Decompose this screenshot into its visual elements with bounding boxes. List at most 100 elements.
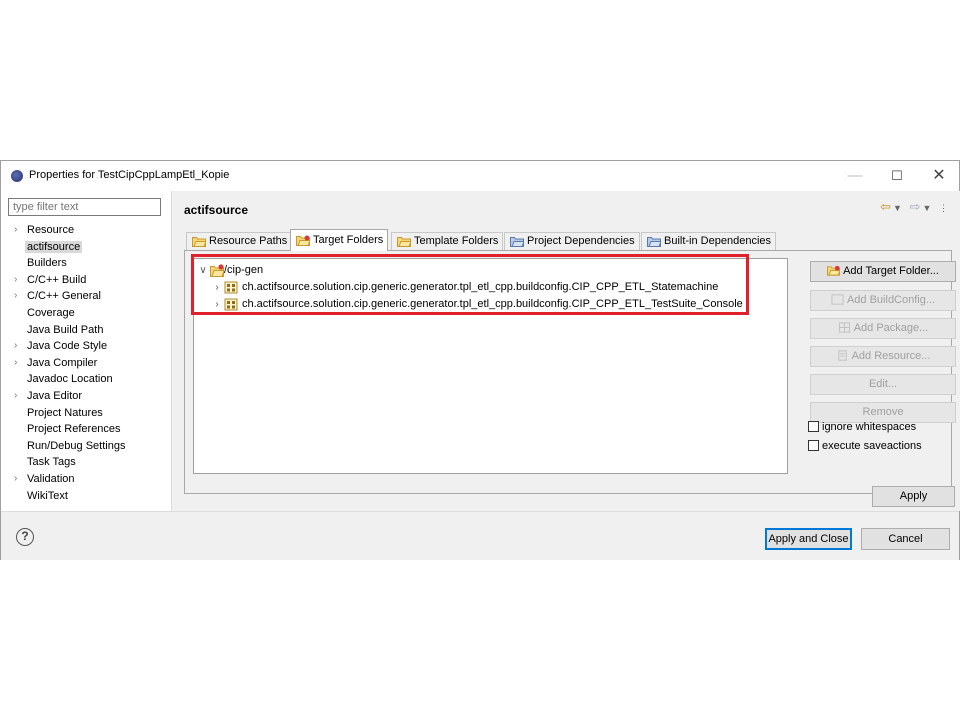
help-icon[interactable]: ?	[16, 528, 34, 546]
nav-item-label: C/C++ Build	[27, 273, 87, 286]
expand-arrow-icon[interactable]: ›	[14, 388, 17, 405]
page-title: actifsource	[184, 203, 249, 217]
nav-item[interactable]: › Java Code Style	[1, 338, 171, 355]
minimize-icon[interactable]: —	[835, 165, 875, 187]
expand-arrow-icon[interactable]: ›	[14, 355, 17, 372]
expand-arrow-icon[interactable]: ›	[212, 296, 222, 313]
page-header: actifsource ⇦▼ ⇨▼ ⋮	[172, 191, 960, 227]
title-bar: Properties for TestCipCppLampEtl_Kopie —…	[1, 161, 959, 191]
apply-button[interactable]: Apply	[872, 486, 955, 507]
nav-item-label: Java Compiler	[27, 356, 98, 369]
tab-resource-paths[interactable]: Resource Paths	[186, 232, 293, 250]
add-buildconfig-label: Add BuildConfig...	[846, 294, 936, 306]
target-folder-icon	[210, 264, 224, 277]
tab-label: Project Dependencies	[527, 235, 635, 247]
nav-item-label: Resource	[27, 224, 75, 236]
nav-item-label: Builders	[27, 257, 67, 270]
nav-item-label: Javadoc Location	[27, 373, 113, 386]
dialog-button-bar: ? Apply and Close Cancel	[1, 511, 959, 560]
nav-item[interactable]: › Validation	[1, 471, 171, 488]
nav-item-label: Run/Debug Settings	[27, 439, 126, 452]
builtin-folder-icon	[647, 237, 661, 247]
nav-item[interactable]: Java Build Path	[1, 322, 171, 339]
nav-item-label: Java Editor	[27, 389, 83, 402]
folder-icon	[192, 237, 206, 247]
back-arrow-icon[interactable]: ⇦	[880, 199, 893, 214]
nav-item[interactable]: actifsource	[1, 239, 171, 256]
nav-item[interactable]: › C/C++ General	[1, 288, 171, 305]
execute-saveactions-label: execute saveactions	[822, 440, 922, 452]
add-package-button[interactable]: Add Package...	[810, 318, 956, 339]
expand-arrow-icon[interactable]: ›	[14, 471, 17, 488]
tab-template-folders[interactable]: Template Folders	[391, 232, 504, 250]
nav-item[interactable]: Builders	[1, 255, 171, 272]
window-title: Properties for TestCipCppLampEtl_Kopie	[29, 169, 230, 181]
expand-arrow-icon[interactable]: ›	[14, 222, 17, 239]
add-target-folder-label: Add Target Folder...	[843, 265, 939, 277]
nav-item-label: Validation	[27, 472, 75, 485]
tab-builtin-dependencies[interactable]: Built-in Dependencies	[641, 232, 777, 250]
nav-item[interactable]: › C/C++ Build	[1, 272, 171, 289]
nav-item-label: Task Tags	[27, 456, 76, 469]
maximize-icon[interactable]: ☐	[877, 165, 917, 187]
execute-saveactions-checkbox[interactable]: execute saveactions	[808, 440, 922, 452]
nav-item[interactable]: WikiText	[1, 488, 171, 505]
target-folders-tree[interactable]: ∨ /cip-gen › ch.actifsource.solution.cip…	[193, 258, 788, 474]
nav-item[interactable]: › Java Editor	[1, 388, 171, 405]
collapse-arrow-icon[interactable]: ∨	[198, 262, 208, 279]
property-page: actifsource ⇦▼ ⇨▼ ⋮ Resource Paths Targe…	[172, 191, 960, 511]
nav-item[interactable]: › Resource	[1, 222, 171, 239]
close-icon[interactable]: ✕	[919, 165, 959, 187]
tab-label: Resource Paths	[209, 235, 288, 247]
nav-item[interactable]: › Java Compiler	[1, 355, 171, 372]
add-target-folder-button[interactable]: Add Target Folder...	[810, 261, 956, 282]
nav-item[interactable]: Project Natures	[1, 405, 171, 422]
nav-item-label: WikiText	[27, 489, 68, 502]
package-icon	[838, 322, 850, 333]
nav-item[interactable]: Project References	[1, 421, 171, 438]
remove-label: Remove	[862, 406, 904, 418]
dependency-folder-icon	[510, 237, 524, 247]
nav-item[interactable]: Run/Debug Settings	[1, 438, 171, 455]
properties-dialog: Properties for TestCipCppLampEtl_Kopie —…	[0, 160, 960, 560]
edit-button[interactable]: Edit...	[810, 374, 956, 395]
add-buildconfig-button[interactable]: Add BuildConfig...	[810, 290, 956, 311]
nav-item-label: C/C++ General	[27, 290, 101, 303]
expand-arrow-icon[interactable]: ›	[14, 288, 17, 305]
view-menu-icon[interactable]: ⋮	[939, 203, 950, 213]
add-resource-label: Add Resource...	[851, 350, 931, 362]
tab-label: Target Folders	[313, 234, 384, 246]
tab-target-folders[interactable]: Target Folders	[290, 229, 389, 251]
nav-item[interactable]: Javadoc Location	[1, 371, 171, 388]
page-navigation: ⇦▼ ⇨▼ ⋮	[880, 199, 950, 215]
cancel-button[interactable]: Cancel	[861, 528, 950, 550]
nav-item-label: Project Natures	[27, 406, 103, 419]
expand-arrow-icon[interactable]: ›	[212, 279, 222, 296]
nav-item[interactable]: Coverage	[1, 305, 171, 322]
ignore-whitespaces-checkbox[interactable]: ignore whitespaces	[808, 421, 916, 433]
nav-item-label: actifsource	[25, 240, 83, 253]
back-menu-icon[interactable]: ▼	[893, 203, 904, 213]
expand-arrow-icon[interactable]: ›	[14, 338, 17, 355]
nav-item[interactable]: Task Tags	[1, 454, 171, 471]
tab-label: Template Folders	[414, 235, 499, 247]
checkbox-box[interactable]	[808, 421, 819, 432]
forward-arrow-icon[interactable]: ⇨	[910, 199, 923, 214]
ignore-whitespaces-label: ignore whitespaces	[822, 421, 917, 433]
filter-input[interactable]	[8, 198, 161, 216]
expand-arrow-icon[interactable]: ›	[14, 272, 17, 289]
tab-project-dependencies[interactable]: Project Dependencies	[504, 232, 640, 250]
nav-item-label: Coverage	[27, 306, 75, 319]
nav-item-label: Project References	[27, 423, 121, 436]
add-resource-button[interactable]: Add Resource...	[810, 346, 956, 367]
tab-content: ∨ /cip-gen › ch.actifsource.solution.cip…	[184, 250, 956, 494]
apply-and-close-button[interactable]: Apply and Close	[765, 528, 852, 550]
target-folder-icon	[296, 235, 310, 246]
checkbox-box[interactable]	[808, 440, 819, 451]
forward-menu-icon[interactable]: ▼	[922, 203, 933, 213]
tab-label: Built-in Dependencies	[664, 235, 772, 247]
target-folder-icon	[827, 265, 841, 276]
tree-child-label: ch.actifsource.solution.cip.generic.gene…	[242, 298, 743, 310]
remove-button[interactable]: Remove	[810, 402, 956, 423]
edit-label: Edit...	[868, 378, 898, 390]
